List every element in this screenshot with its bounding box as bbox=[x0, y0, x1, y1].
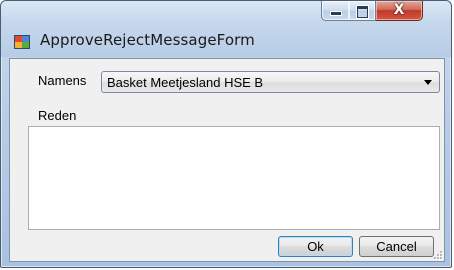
resize-grip-icon[interactable] bbox=[432, 249, 442, 259]
ok-button[interactable]: Ok bbox=[278, 236, 353, 257]
title-bar[interactable]: ApproveRejectMessageForm X bbox=[1, 1, 451, 57]
close-button[interactable]: X bbox=[376, 1, 423, 21]
chevron-down-icon[interactable] bbox=[424, 80, 432, 85]
close-icon: X bbox=[393, 2, 405, 18]
namens-selected-value: Basket Meetjesland HSE B bbox=[107, 75, 264, 90]
app-icon bbox=[14, 35, 30, 49]
cancel-button[interactable]: Cancel bbox=[359, 236, 434, 257]
form-client-area: Namens Basket Meetjesland HSE B Reden Ok… bbox=[9, 58, 445, 262]
window-title: ApproveRejectMessageForm bbox=[40, 31, 255, 49]
minimize-icon bbox=[331, 12, 341, 15]
maximize-button[interactable] bbox=[349, 1, 376, 21]
reden-textarea[interactable] bbox=[28, 126, 440, 230]
minimize-button[interactable] bbox=[321, 1, 350, 21]
namens-label: Namens bbox=[38, 73, 87, 88]
reden-label: Reden bbox=[38, 108, 77, 123]
approve-reject-window: ApproveRejectMessageForm X Namens Basket… bbox=[0, 0, 452, 268]
maximize-icon bbox=[357, 6, 368, 18]
namens-dropdown[interactable]: Basket Meetjesland HSE B bbox=[101, 71, 440, 93]
